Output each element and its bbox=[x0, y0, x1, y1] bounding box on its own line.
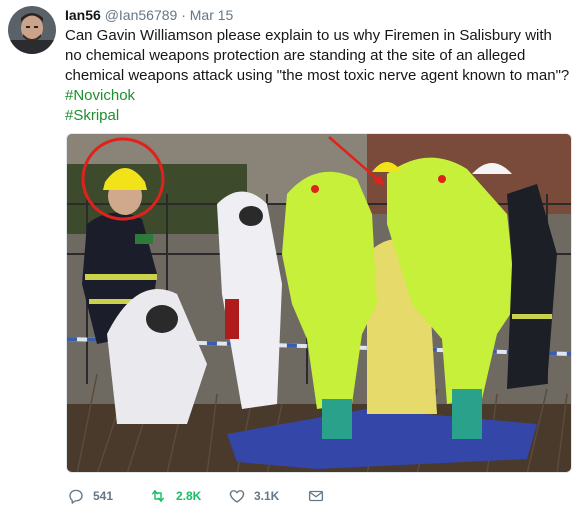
envelope-icon bbox=[308, 490, 324, 502]
tweet-header: Ian56 @Ian56789 · Mar 15 bbox=[65, 6, 233, 24]
tweet-photo[interactable] bbox=[66, 133, 572, 473]
reply-icon bbox=[69, 489, 83, 504]
direct-message-button[interactable] bbox=[307, 486, 325, 506]
author-handle[interactable]: @Ian56789 bbox=[105, 7, 178, 23]
reply-count: 541 bbox=[93, 489, 114, 503]
retweet-button[interactable]: 2.8K bbox=[148, 486, 201, 506]
tweet-date[interactable]: Mar 15 bbox=[190, 7, 234, 23]
hashtag-novichok[interactable]: #Novichok bbox=[65, 86, 570, 106]
retweet-icon bbox=[152, 490, 164, 502]
reply-button[interactable]: 541 bbox=[67, 486, 113, 506]
header-separator: · bbox=[181, 7, 186, 23]
like-count: 3.1K bbox=[254, 489, 280, 503]
heart-icon bbox=[229, 490, 245, 503]
tweet-body: Can Gavin Williamson please explain to u… bbox=[65, 26, 570, 126]
like-button[interactable]: 3.1K bbox=[228, 486, 279, 506]
tweet-actions: 541 2.8K 3.1K bbox=[65, 486, 565, 506]
author-name[interactable]: Ian56 bbox=[65, 7, 101, 23]
tweet-text: Can Gavin Williamson please explain to u… bbox=[65, 27, 570, 84]
author-avatar[interactable] bbox=[8, 6, 56, 54]
photo-scene bbox=[67, 134, 571, 472]
hashtag-skripal[interactable]: #Skripal bbox=[65, 106, 570, 126]
avatar-image bbox=[8, 6, 56, 54]
retweet-count: 2.8K bbox=[176, 489, 202, 503]
